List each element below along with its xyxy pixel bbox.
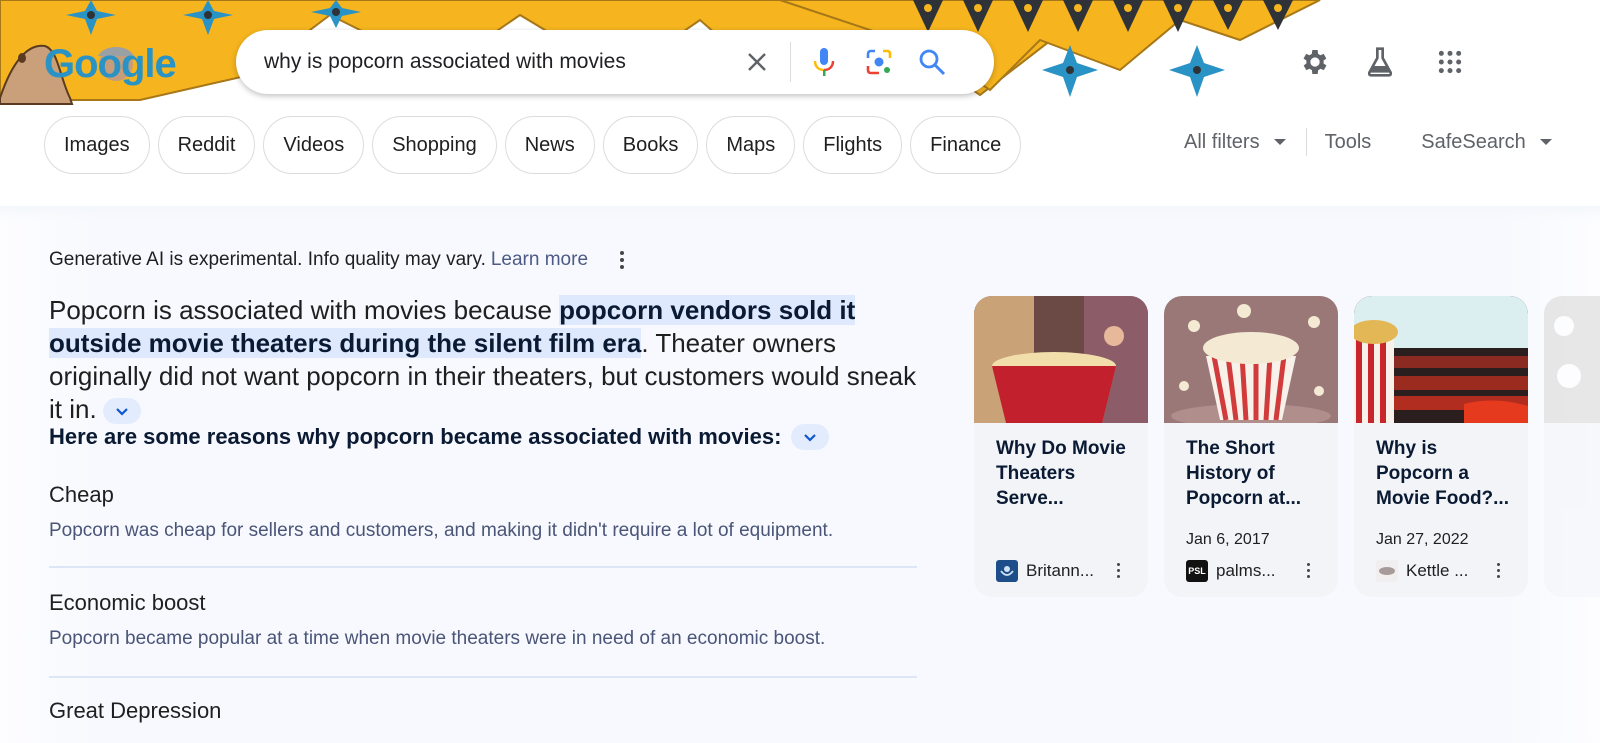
chip-maps[interactable]: Maps: [706, 116, 796, 174]
card-source-name: palms...: [1216, 561, 1276, 580]
reason-item: Great Depression: [49, 698, 917, 724]
chip-finance[interactable]: Finance: [910, 116, 1022, 174]
search-icon[interactable]: [916, 46, 948, 78]
chip-news[interactable]: News: [504, 116, 595, 174]
reason-description: Popcorn became popular at a time when mo…: [49, 628, 826, 649]
answer-text-lead: Popcorn is associated with movies becaus…: [49, 295, 560, 325]
reason-title: Economic boost: [49, 590, 206, 615]
tools-button[interactable]: Tools: [1325, 131, 1372, 154]
safesearch-dropdown[interactable]: SafeSearch: [1421, 131, 1552, 154]
card-title: Why Do Movie Theaters Serve...: [996, 438, 1126, 509]
card-source-name: Britann...: [1026, 561, 1095, 580]
search-input[interactable]: [264, 48, 724, 76]
all-filters-label: All filters: [1184, 130, 1260, 153]
card-date: Jan 6, 2017: [1186, 531, 1270, 548]
kettle-favicon-icon: [1376, 560, 1398, 582]
card-thumbnail-theater: [1354, 296, 1528, 423]
card-source: Britann...: [996, 560, 1094, 582]
card-source: Kettle ...: [1376, 560, 1468, 582]
expand-reasons-button[interactable]: [791, 424, 830, 450]
card-more-options-icon[interactable]: [1307, 563, 1310, 578]
card-source-name: Kettle ...: [1406, 561, 1469, 580]
reasons-heading-text: Here are some reasons why popcorn became…: [49, 424, 782, 449]
reason-item: Cheap Popcorn was cheap for sellers and …: [49, 482, 917, 542]
all-filters-dropdown[interactable]: All filters: [1184, 131, 1286, 154]
chip-reddit[interactable]: Reddit: [157, 116, 256, 174]
card-title: The Short History of Popcorn at...: [1186, 438, 1302, 509]
gear-icon[interactable]: [1297, 44, 1333, 80]
chip-flights[interactable]: Flights: [803, 116, 903, 174]
search-box[interactable]: [236, 30, 994, 94]
learn-more-link[interactable]: Learn more: [491, 249, 588, 271]
source-card[interactable]: Why is Popcorn a Movie Food?... Jan 27, …: [1354, 296, 1528, 597]
chevron-down-icon: [804, 433, 817, 442]
ai-disclaimer-text: Generative AI is experimental. Info qual…: [49, 249, 486, 270]
ai-answer-paragraph: Popcorn is associated with movies becaus…: [49, 294, 929, 426]
card-more-options-icon[interactable]: [1117, 563, 1120, 578]
apps-grid-icon[interactable]: [1432, 44, 1468, 80]
card-thumbnail-popcorn-bucket: [974, 296, 1148, 423]
card-more-options-icon[interactable]: [1497, 563, 1500, 578]
tools-label: Tools: [1324, 130, 1372, 153]
britannica-favicon-icon: [996, 560, 1018, 582]
more-options-icon[interactable]: [616, 249, 628, 271]
chip-videos[interactable]: Videos: [263, 116, 365, 174]
ai-overview-top-shade: [0, 206, 1600, 220]
caret-down-icon: [1539, 139, 1552, 145]
reason-title: Cheap: [49, 482, 114, 507]
card-date: Jan 27, 2022: [1376, 531, 1469, 548]
flask-icon[interactable]: [1362, 44, 1398, 80]
camera-lens-icon[interactable]: [863, 46, 895, 78]
chip-books[interactable]: Books: [602, 116, 699, 174]
search-filter-chips: Images Reddit Videos Shopping News Books…: [44, 116, 1022, 174]
close-icon[interactable]: [741, 46, 773, 78]
card-source: PSL palms...: [1186, 560, 1276, 582]
card-title: Why is Popcorn a Movie Food?...: [1376, 438, 1509, 509]
ai-disclaimer: Generative AI is experimental. Info qual…: [49, 249, 628, 271]
reason-title: Great Depression: [49, 698, 222, 723]
google-logo[interactable]: Google: [44, 42, 177, 87]
filter-tools-bar: All filters Tools SafeSearch: [1184, 128, 1552, 156]
caret-down-icon: [1273, 139, 1286, 145]
chip-shopping[interactable]: Shopping: [372, 116, 497, 174]
source-card-partial[interactable]: [1544, 296, 1600, 597]
header: Google: [0, 0, 1600, 112]
reason-item: Economic boost Popcorn became popular at…: [49, 590, 917, 650]
source-card[interactable]: The Short History of Popcorn at... Jan 6…: [1164, 296, 1338, 597]
expand-sources-button[interactable]: [102, 398, 141, 425]
reasons-heading: Here are some reasons why popcorn became…: [49, 424, 830, 450]
source-card[interactable]: Why Do Movie Theaters Serve... Britann..…: [974, 296, 1148, 597]
searchbox-divider: [790, 42, 791, 82]
chip-images[interactable]: Images: [44, 116, 150, 174]
safesearch-label: SafeSearch: [1421, 130, 1526, 153]
chevron-down-icon: [115, 407, 128, 416]
mic-icon[interactable]: [808, 46, 840, 78]
reason-divider: [49, 676, 917, 678]
card-thumbnail-popcorn-box: [1164, 296, 1338, 423]
psl-favicon-icon: PSL: [1186, 560, 1208, 582]
reason-description: Popcorn was cheap for sellers and custom…: [49, 520, 834, 541]
card-thumbnail-partial: [1544, 296, 1600, 423]
filters-divider: [1305, 128, 1307, 156]
reason-divider: [49, 566, 917, 568]
